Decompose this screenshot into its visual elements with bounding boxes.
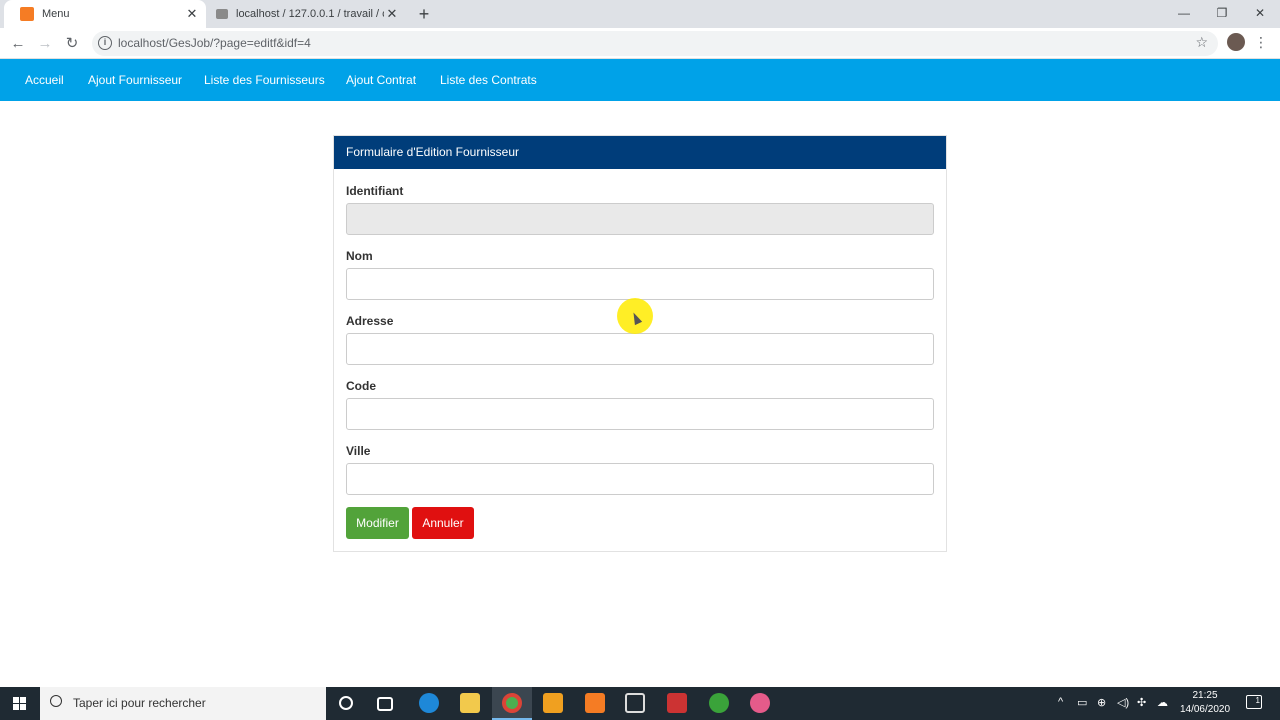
forward-arrow-icon[interactable]: →: [35, 34, 55, 54]
nav-accueil[interactable]: Accueil: [25, 73, 64, 87]
network-globe-icon[interactable]: ⊕: [1097, 696, 1106, 709]
task-view-icon[interactable]: [377, 697, 393, 711]
annuler-button[interactable]: Annuler: [412, 507, 474, 539]
profile-avatar-icon[interactable]: [1227, 33, 1245, 51]
close-tab-icon[interactable]: ✕: [384, 6, 400, 22]
xampp-favicon-icon: [20, 7, 34, 21]
app-tray-icon[interactable]: ✣: [1137, 696, 1146, 709]
close-window-icon[interactable]: ✕: [1241, 0, 1279, 28]
identifiant-input[interactable]: [346, 203, 934, 235]
new-tab-plus-icon[interactable]: +: [414, 4, 434, 24]
browser-tab-bar: Menu ✕ localhost / 127.0.0.1 / travail /…: [0, 0, 1280, 28]
notification-center-icon[interactable]: 1: [1246, 695, 1262, 709]
minimize-icon[interactable]: —: [1165, 0, 1203, 28]
tab-title: localhost / 127.0.0.1 / travail / co: [236, 8, 384, 20]
cortana-icon[interactable]: [339, 696, 353, 710]
browser-menu-icon[interactable]: ⋮: [1254, 34, 1268, 50]
nav-liste-fournisseurs[interactable]: Liste des Fournisseurs: [204, 73, 325, 87]
search-icon: [50, 695, 62, 707]
browser-tab-phpmyadmin[interactable]: localhost / 127.0.0.1 / travail / co ✕: [206, 0, 406, 28]
modifier-button[interactable]: Modifier: [346, 507, 409, 539]
panel-title: Formulaire d'Edition Fournisseur: [334, 136, 946, 169]
tab-title: Menu: [42, 8, 70, 20]
notification-count: 1: [1255, 696, 1260, 705]
close-tab-icon[interactable]: ✕: [184, 6, 200, 22]
tray-chevron-icon[interactable]: ^: [1058, 696, 1063, 708]
nav-liste-contrats[interactable]: Liste des Contrats: [440, 73, 537, 87]
file-explorer-icon[interactable]: [460, 693, 480, 713]
edge-icon[interactable]: [419, 693, 439, 713]
adresse-label: Adresse: [346, 314, 394, 328]
edit-supplier-panel: Formulaire d'Edition Fournisseur Identif…: [333, 135, 947, 552]
code-input[interactable]: [346, 398, 934, 430]
cloud-sync-icon[interactable]: ☁: [1157, 696, 1168, 709]
nav-ajout-fournisseur[interactable]: Ajout Fournisseur: [88, 73, 182, 87]
windows-taskbar: Taper ici pour rechercher ^ ▭ ⊕ ◁) ✣ ☁ 2…: [0, 687, 1280, 720]
browser-tab-menu[interactable]: Menu ✕: [4, 0, 206, 28]
chrome-icon[interactable]: [502, 693, 522, 713]
site-info-icon[interactable]: i: [98, 36, 112, 50]
address-bar[interactable]: i localhost/GesJob/?page=editf&idf=4 ☆: [92, 31, 1218, 56]
clock-time: 21:25: [1192, 690, 1218, 701]
taskbar-search-placeholder: Taper ici pour rechercher: [73, 696, 206, 710]
windows-logo-icon: [13, 697, 26, 710]
battery-icon[interactable]: ▭: [1077, 696, 1087, 709]
restore-icon[interactable]: ❐: [1203, 0, 1241, 28]
taskbar-clock[interactable]: 21:25 14/06/2020: [1172, 689, 1238, 717]
ville-input[interactable]: [346, 463, 934, 495]
volume-icon[interactable]: ◁): [1117, 696, 1129, 709]
code-label: Code: [346, 379, 376, 393]
virtualbox-icon[interactable]: [625, 693, 645, 713]
clock-date: 14/06/2020: [1179, 704, 1231, 715]
phpmyadmin-favicon-icon: [216, 9, 228, 19]
start-button[interactable]: [0, 687, 40, 720]
media-app-icon[interactable]: [667, 693, 687, 713]
back-arrow-icon[interactable]: ←: [8, 34, 28, 54]
app-navbar: Accueil Ajout Fournisseur Liste des Four…: [0, 59, 1280, 101]
ville-label: Ville: [346, 444, 371, 458]
itunes-icon[interactable]: [750, 693, 770, 713]
browser-toolbar: ← → ↻ i localhost/GesJob/?page=editf&idf…: [0, 28, 1280, 59]
taskbar-search[interactable]: Taper ici pour rechercher: [40, 687, 326, 720]
bookmark-star-icon[interactable]: ☆: [1195, 34, 1208, 51]
identifiant-label: Identifiant: [346, 184, 404, 198]
reload-icon[interactable]: ↻: [62, 34, 82, 54]
xampp-icon[interactable]: [585, 693, 605, 713]
nom-label: Nom: [346, 249, 373, 263]
nom-input[interactable]: [346, 268, 934, 300]
url-text: localhost/GesJob/?page=editf&idf=4: [118, 36, 311, 50]
nav-ajout-contrat[interactable]: Ajout Contrat: [346, 73, 416, 87]
sublime-text-icon[interactable]: [543, 693, 563, 713]
adresse-input[interactable]: [346, 333, 934, 365]
utorrent-icon[interactable]: [709, 693, 729, 713]
